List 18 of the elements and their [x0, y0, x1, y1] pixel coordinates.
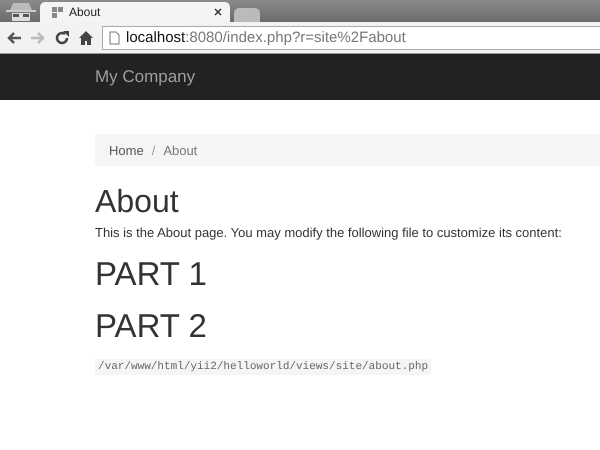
close-icon[interactable]	[214, 8, 222, 16]
breadcrumb-link[interactable]: Home	[109, 142, 144, 158]
breadcrumb-separator: /	[152, 142, 156, 158]
home-icon[interactable]	[78, 30, 94, 46]
browser-tab[interactable]: About	[40, 2, 230, 22]
address-bar[interactable]: localhost:8080/index.php?r=site%2Fabout	[102, 26, 600, 50]
current-page-label: About	[163, 142, 198, 158]
brand-link[interactable]: My Company	[95, 67, 196, 87]
section-heading: PART 1	[95, 256, 208, 292]
page-heading: About	[95, 184, 180, 220]
reload-icon[interactable]	[54, 30, 70, 46]
intro-text: This is the About page. You may modify the following file to customize its content:	[95, 225, 563, 240]
section-heading: PART 2	[95, 308, 208, 345]
page-icon	[52, 6, 63, 18]
file-path: /var/www/html/yii2/helloworld/views/site/about.php	[95, 358, 432, 375]
back-icon[interactable]	[6, 30, 22, 44]
page-icon	[109, 30, 120, 44]
incognito-icon	[4, 1, 38, 21]
